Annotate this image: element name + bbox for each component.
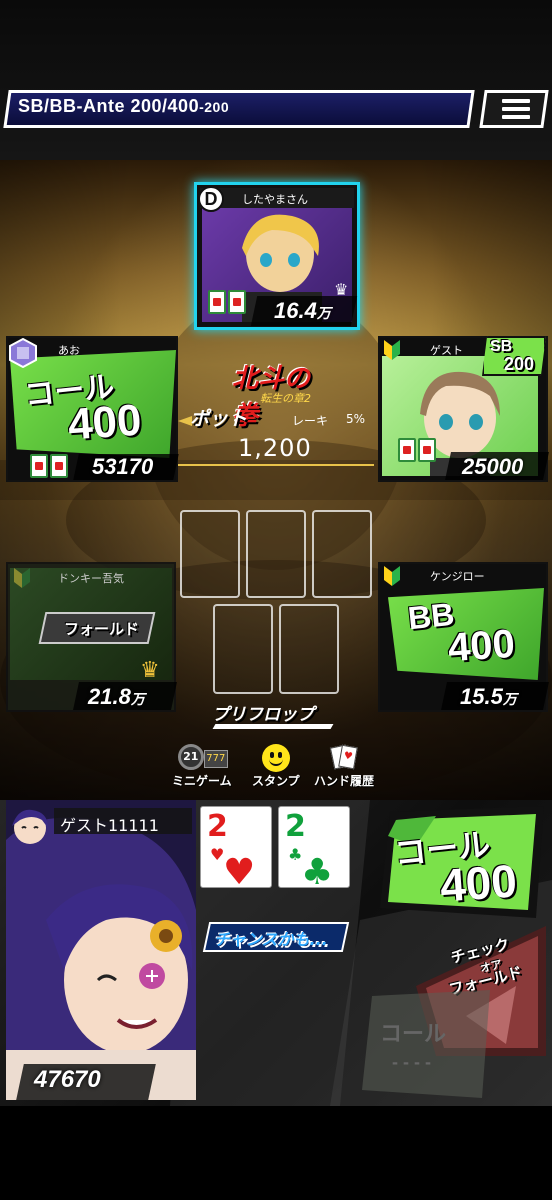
minigame-icon: 21 777 <box>174 744 230 772</box>
heart-icon: ♥ <box>223 852 256 893</box>
stack-amount: 21.8 <box>88 684 131 709</box>
bet-amount: 400 <box>446 621 517 671</box>
call-button-disabled: コール - - - - <box>362 990 492 1100</box>
hand-hint: チャンスかも... <box>214 930 328 949</box>
crown-icon: ♛ <box>140 658 160 683</box>
seat-right-lower[interactable]: ケンジロー BB 400 15.5万 <box>378 562 549 712</box>
player-name: ケンジロー <box>430 570 485 583</box>
card-back <box>30 454 48 478</box>
crown-icon: ♛ <box>334 280 349 299</box>
tool-label: ハンド履歴 <box>314 774 375 788</box>
stack-unit: 万 <box>316 305 331 321</box>
blinds-main: 200/400 <box>130 96 200 116</box>
card-back <box>208 290 226 314</box>
card-rank: 2 <box>285 809 306 844</box>
board-card-slot <box>246 510 306 598</box>
blinds-info: SB/BB-Ante 200/400-200 <box>18 96 229 117</box>
call-button[interactable]: コール 400 <box>376 806 546 922</box>
club-icon: ♣ <box>301 852 334 893</box>
seat-right-upper[interactable]: ゲスト SB 200 25000 <box>378 336 549 482</box>
board-card-slot <box>213 604 273 694</box>
bet-amount: 400 <box>66 395 144 450</box>
hero-stack: 47670 <box>34 1066 101 1093</box>
seat-top[interactable]: D したやまさん 16.4万 ♛ <box>194 182 360 330</box>
seat-left-lower[interactable]: ドンキー吾気 フォールド ♛ 21.8万 <box>6 562 177 712</box>
rake-label: レーキ <box>292 414 329 428</box>
street-underline <box>212 724 334 729</box>
card-back <box>228 290 246 314</box>
blinds-prefix: SB/BB-Ante <box>18 96 125 116</box>
hole-card: 2 ♥ ♥ <box>200 806 272 893</box>
stack-unit: 万 <box>130 691 145 707</box>
board-card-slot <box>279 604 339 694</box>
stack-amount: 53170 <box>92 454 154 479</box>
top-bar <box>0 0 552 160</box>
card-back <box>50 454 68 478</box>
dealer-button: D <box>198 186 224 212</box>
player-name: あお <box>58 344 80 357</box>
bottom-bar <box>0 1106 552 1200</box>
rake-value: 5% <box>346 412 366 426</box>
minigame-button[interactable]: 21 777 ミニゲーム <box>172 744 232 789</box>
beginner-mark-icon <box>382 338 402 362</box>
tool-label: スタンプ <box>252 774 300 788</box>
board-card-slot <box>312 510 372 598</box>
rank-badge-icon <box>8 337 38 369</box>
stack-amount: 15.5 <box>460 684 503 709</box>
hero-name: ゲスト11111 <box>60 816 159 835</box>
hole-card: 2 ♣ ♣ <box>278 806 350 893</box>
stack-amount: 25000 <box>462 454 524 479</box>
card-back <box>418 438 436 462</box>
player-name: ゲスト <box>430 344 463 357</box>
hamburger-icon[interactable] <box>502 99 530 119</box>
beginner-mark-icon <box>382 564 402 588</box>
hero-chibi-icon <box>8 806 52 850</box>
beginner-mark-icon <box>12 566 32 590</box>
disabled-call-label: コール <box>380 1021 447 1046</box>
player-name: ドンキー吾気 <box>58 572 124 585</box>
hand-history-button[interactable]: ♥ ハンド履歴 <box>314 744 374 789</box>
stamp-button[interactable]: スタンプ <box>252 744 300 789</box>
card-back <box>398 438 416 462</box>
logo-subtitle: 転生の章2 <box>260 392 311 405</box>
stack-amount: 16.4 <box>274 298 317 323</box>
disabled-call-amount: - - - - <box>392 1052 431 1072</box>
pot-label: ポット <box>190 409 248 430</box>
game-logo: 北斗の拳 転生の章2 <box>232 356 324 431</box>
blinds-ante: -200 <box>199 99 230 115</box>
tool-label: ミニゲーム <box>172 774 232 788</box>
board-card-slot <box>180 510 240 598</box>
stack-unit: 万 <box>502 691 517 707</box>
seat-left-upper[interactable]: あお コール 400 53170 <box>6 336 179 482</box>
card-rank: 2 <box>207 809 228 844</box>
pot-amount: 1,200 <box>238 434 312 462</box>
pot-underline <box>178 464 374 466</box>
cards-icon: ♥ <box>324 744 364 772</box>
action-label: フォールド <box>64 621 140 638</box>
call-amount: 400 <box>438 854 519 912</box>
player-name: したやまさん <box>242 193 308 206</box>
blind-amount: 200 <box>504 354 535 374</box>
smiley-icon <box>261 744 290 772</box>
